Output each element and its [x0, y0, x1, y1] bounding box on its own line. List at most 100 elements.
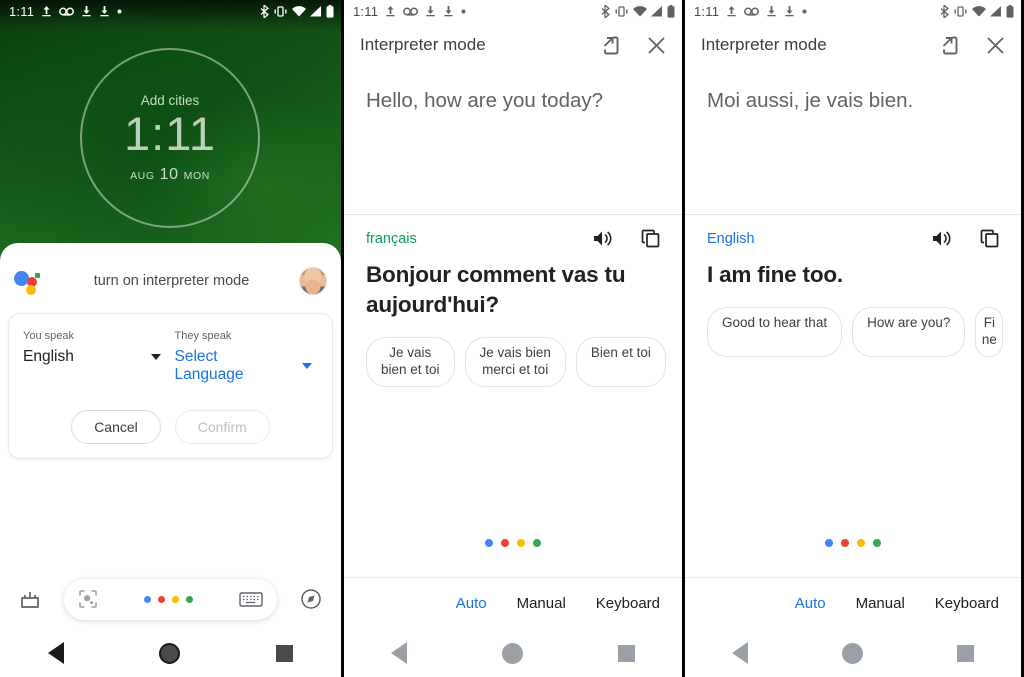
android-nav-bar: [0, 629, 341, 677]
back-triangle-icon[interactable]: [732, 642, 748, 664]
keyboard-icon[interactable]: [239, 591, 263, 608]
clock-widget-time: 1:11: [124, 106, 216, 160]
language-row: You speak English They speak Select Lang…: [23, 330, 318, 384]
mode-manual[interactable]: Manual: [856, 595, 905, 612]
listening-indicator: [685, 539, 1021, 547]
phone-screen-home: 1:11 Add cities 1:11 AUG 10 MON turn on …: [0, 0, 341, 677]
header-actions: [939, 35, 1005, 56]
add-cities-label[interactable]: Add cities: [141, 93, 200, 108]
they-speak-value: Select Language: [174, 348, 244, 383]
page-title: Interpreter mode: [360, 35, 486, 54]
translation-area: français Bonjour comment vas tu aujourd'…: [344, 215, 682, 387]
google-lens-icon[interactable]: [78, 589, 98, 609]
voicemail-icon: [403, 7, 419, 16]
clock-widget[interactable]: Add cities 1:11 AUG 10 MON: [80, 48, 260, 228]
upload-icon: [42, 6, 51, 17]
page-title: Interpreter mode: [701, 35, 827, 54]
speaker-icon[interactable]: [593, 230, 613, 247]
assistant-query-text: turn on interpreter mode: [93, 273, 250, 289]
dot-icon: [117, 9, 122, 13]
android-nav-bar: [344, 629, 682, 677]
assistant-pill[interactable]: [64, 578, 277, 620]
card-button-row: Cancel Confirm: [23, 409, 318, 444]
suggestion-chip[interactable]: Je vais bien et toi: [366, 336, 455, 387]
snapshot-button[interactable]: [0, 588, 60, 610]
cancel-button[interactable]: Cancel: [71, 409, 161, 444]
mode-selector: Auto Manual Keyboard: [685, 577, 1021, 629]
recents-square-icon[interactable]: [617, 644, 635, 662]
assistant-dots[interactable]: [144, 595, 193, 603]
status-bar-right: [940, 4, 1014, 18]
back-triangle-icon[interactable]: [391, 642, 408, 664]
battery-icon: [667, 4, 675, 18]
copy-icon[interactable]: [980, 229, 999, 248]
wifi-icon: [972, 5, 986, 17]
status-bar-left: 1:11: [353, 4, 466, 19]
interpreter-header: Interpreter mode: [685, 22, 1021, 68]
clock-widget-date: AUG 10 MON: [130, 166, 210, 184]
mode-auto[interactable]: Auto: [456, 595, 487, 612]
they-speak-dropdown[interactable]: Select Language: [175, 348, 319, 384]
download-icon: [426, 6, 435, 17]
user-avatar[interactable]: [299, 267, 327, 295]
status-clock: 1:11: [9, 3, 35, 19]
download-icon: [785, 6, 794, 17]
bluetooth-icon: [260, 4, 269, 18]
mode-manual[interactable]: Manual: [517, 595, 566, 612]
home-circle-icon[interactable]: [159, 642, 181, 664]
they-speak-column: They speak Select Language: [167, 330, 319, 384]
android-nav-bar: [685, 629, 1021, 677]
you-speak-dropdown[interactable]: English: [23, 348, 167, 366]
status-bar-left: 1:11: [694, 4, 807, 19]
listening-indicator: [344, 539, 682, 547]
mode-auto[interactable]: Auto: [795, 595, 826, 612]
wifi-icon: [633, 5, 647, 17]
download-icon: [767, 6, 776, 17]
translation-actions: [593, 229, 666, 248]
status-clock: 1:11: [694, 3, 720, 19]
home-circle-icon[interactable]: [501, 642, 523, 664]
mode-keyboard[interactable]: Keyboard: [935, 595, 999, 612]
translation-language-label: English: [707, 230, 755, 247]
suggestion-chip[interactable]: Je vais bien merci et toi: [464, 336, 566, 387]
phone-screen-interpreter-french: 1:11 Interpreter mode Hello, how are you…: [341, 0, 682, 677]
close-icon[interactable]: [647, 36, 666, 55]
status-bar-right: [601, 4, 675, 18]
header-actions: [600, 35, 666, 56]
suggestion-chip[interactable]: Fine: [975, 306, 1004, 357]
open-on-phone-icon[interactable]: [600, 35, 621, 56]
signal-icon: [990, 5, 1001, 16]
google-assistant-logo: [14, 268, 44, 295]
explore-compass-icon: [301, 589, 321, 609]
speaker-icon[interactable]: [932, 230, 952, 247]
confirm-button[interactable]: Confirm: [174, 409, 270, 444]
suggestion-chip[interactable]: Bien et toi: [575, 336, 666, 387]
voicemail-icon: [59, 7, 75, 16]
bluetooth-icon: [601, 4, 610, 18]
home-circle-icon[interactable]: [842, 642, 863, 664]
dot-icon: [461, 9, 466, 13]
translation-header: français: [366, 229, 666, 248]
you-speak-column: You speak English: [23, 330, 167, 384]
vibrate-icon: [615, 5, 628, 17]
suggestion-chip[interactable]: Good to hear that: [707, 306, 843, 357]
status-bar: 1:11: [0, 0, 341, 22]
close-icon[interactable]: [986, 36, 1005, 55]
assistant-sheet: turn on interpreter mode You speak Engli…: [0, 243, 341, 677]
suggestion-chip[interactable]: How are you?: [852, 306, 966, 357]
copy-icon[interactable]: [641, 229, 660, 248]
they-speak-label: They speak: [174, 330, 232, 342]
mode-keyboard[interactable]: Keyboard: [596, 595, 660, 612]
explore-button[interactable]: [281, 588, 341, 610]
recents-square-icon[interactable]: [957, 644, 974, 662]
back-triangle-icon[interactable]: [47, 642, 64, 664]
recents-square-icon[interactable]: [276, 644, 294, 662]
open-on-phone-icon[interactable]: [939, 35, 960, 56]
snapshot-icon: [21, 592, 39, 608]
clock-widget-month: AUG: [130, 169, 155, 182]
chevron-down-icon: [150, 354, 161, 360]
voicemail-icon: [744, 7, 760, 16]
translation-language-label: français: [366, 230, 417, 247]
status-bar-right: [260, 4, 334, 18]
status-bar: 1:11: [344, 0, 682, 22]
